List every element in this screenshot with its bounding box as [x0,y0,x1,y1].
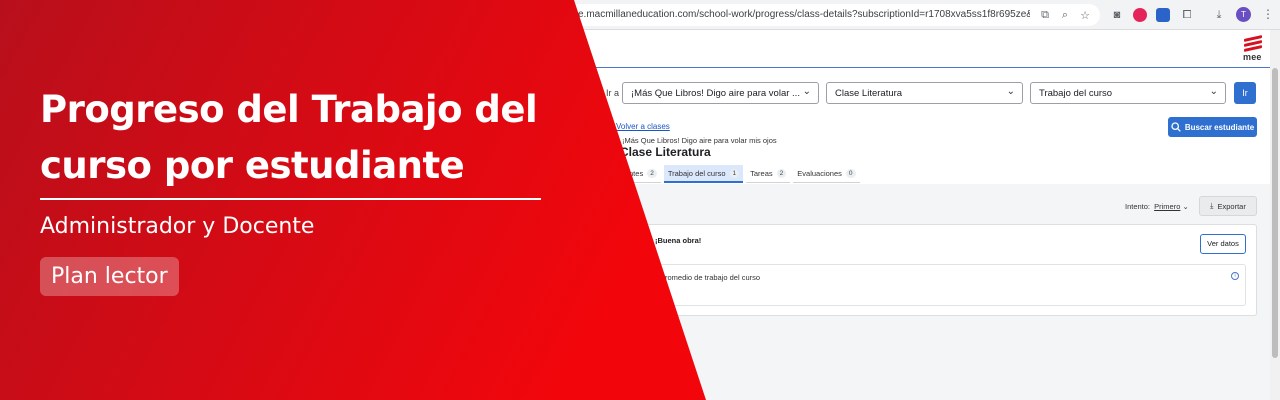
class-select-value: Clase Literatura [835,88,903,99]
download-icon[interactable]: ⤓ [1212,8,1226,22]
tab-count-badge: 2 [647,169,657,178]
mee-logo-text: mee [1243,52,1262,62]
export-label: Exportar [1217,201,1246,211]
app-header [0,30,1270,68]
book-title: ¡Más Que Libros! Digo aire para volar mi… [622,136,777,145]
tab-count-badge: 0 [845,169,856,178]
tab-label: Trabajo del curso [667,168,726,178]
tab-assessments[interactable]: Evaluaciones 0 [793,165,860,183]
mee-logo[interactable]: mee [1242,35,1266,63]
section-select-value: Trabajo del curso [1039,88,1113,99]
banner-title-line-1: Progreso del Trabajo del [40,88,538,131]
tab-bar: Estudiantes 2 Trabajo del curso 1 Tareas… [600,165,860,183]
export-button[interactable]: ⤓ Exportar [1199,196,1257,216]
back-to-classes-link[interactable]: Volver a clases [616,122,670,131]
average-panel [612,264,1246,306]
chevron-down-icon: ⌄ [1182,202,1189,211]
tab-assignments[interactable]: Tareas 2 [746,165,791,183]
tab-label: Tareas [750,169,773,178]
filter-prefix-label: Ir a [606,88,620,98]
profile-avatar[interactable]: T [1236,7,1251,22]
extension-blue-icon[interactable] [1156,8,1170,22]
class-select[interactable]: Clase Literatura ⌄ [826,82,1023,104]
banner-title-line-2: curso por estudiante [40,144,465,187]
attempt-label: Intento: [1125,202,1151,211]
tab-label: Estudiantes [604,169,644,178]
search-student-button[interactable]: Buscar estudiante [1168,117,1257,137]
zoom-icon[interactable]: ⌕ [1058,8,1072,22]
attempt-value[interactable]: Primero [1154,202,1180,211]
tab-count-badge: 2 [776,169,787,178]
tab-label: Evaluaciones [797,169,842,178]
scrollbar-thumb[interactable] [1272,68,1278,358]
banner-subtitle: Administrador y Docente [40,214,315,239]
tab-course-work[interactable]: Trabajo del curso 1 [663,165,744,183]
card-title: ¡Buena obra! [655,236,702,245]
mee-logo-stripes [1244,35,1262,52]
url-text[interactable]: e.macmillaneducation.com/school-work/pro… [578,9,1030,20]
chevron-down-icon: ⌄ [1209,86,1218,97]
search-student-label: Buscar estudiante [1184,122,1255,132]
book-select-value: ¡Más Que Libros! Digo aire para volar ..… [631,88,800,99]
chevron-down-icon: ⌄ [1006,86,1015,97]
section-select[interactable]: Trabajo del curso ⌄ [1030,82,1226,104]
average-label: Promedio de trabajo del curso [660,273,761,282]
banner-divider [40,198,541,200]
tab-count-badge: 1 [729,168,740,178]
go-button[interactable]: Ir [1234,82,1256,104]
view-data-button[interactable]: Ver datos [1200,234,1246,254]
info-icon[interactable]: i [1231,272,1239,280]
download-icon: ⤓ [1210,201,1214,210]
banner-tag: Plan lector [40,257,179,296]
banner-title: Progreso del Trabajo del curso por estud… [40,82,560,194]
chevron-down-icon: ⌄ [802,86,811,97]
extensions-puzzle-icon[interactable]: ⧠ [1180,8,1194,22]
camera-extension-icon[interactable]: ◙ [1110,8,1124,22]
class-title: Clase Literatura [620,145,711,159]
attempt-selector[interactable]: Intento: Primero ⌄ [1125,202,1189,211]
search-icon [1171,122,1181,132]
book-select[interactable]: ¡Más Que Libros! Digo aire para volar ..… [622,82,819,104]
tab-students[interactable]: Estudiantes 2 [600,165,661,183]
extension-red-icon[interactable] [1133,8,1147,22]
browser-menu-icon[interactable]: ⋮ [1262,7,1274,21]
screen-cast-icon[interactable]: ⧉ [1038,8,1052,22]
bookmark-star-icon[interactable]: ☆ [1078,8,1092,22]
